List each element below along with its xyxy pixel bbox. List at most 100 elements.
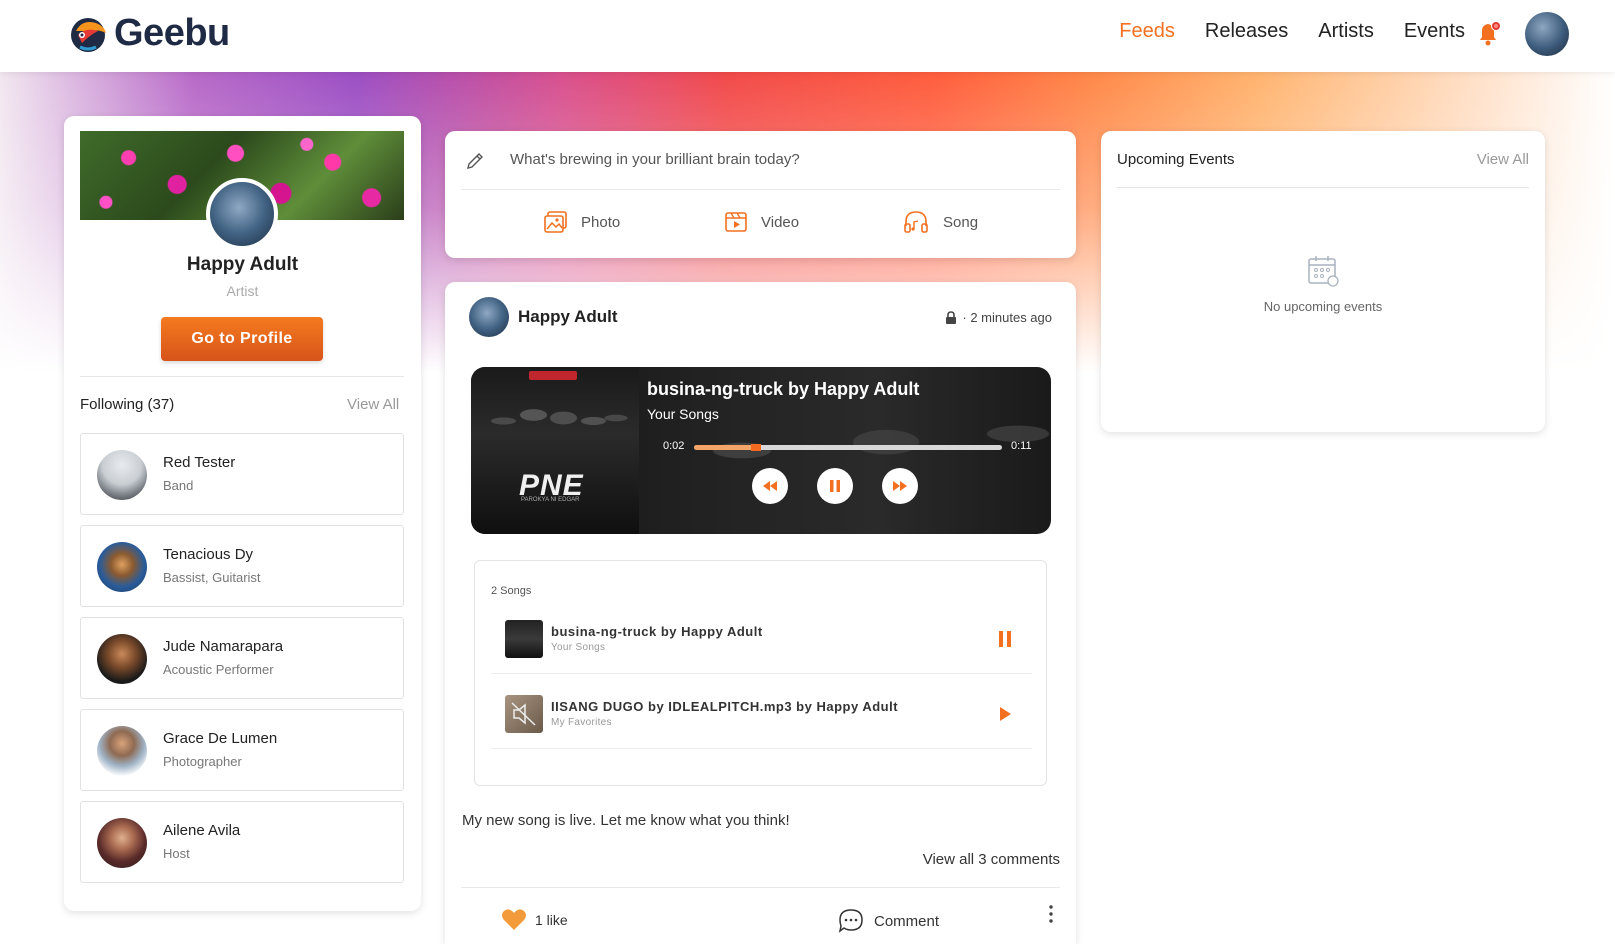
following-role: Host: [163, 846, 190, 861]
playlist-track[interactable]: busina-ng-truck by Happy Adult Your Song…: [491, 606, 1032, 674]
fast-forward-icon: [893, 481, 907, 491]
muted-speaker-icon: [511, 702, 536, 726]
like-button[interactable]: 1 like: [501, 908, 568, 932]
song-label: Song: [943, 213, 979, 231]
main-nav: Feeds Releases Artists Events: [1119, 20, 1465, 43]
track-title: IISANG DUGO by IDLEALPITCH.mp3 by Happy …: [551, 699, 899, 714]
pencil-icon: [467, 153, 483, 169]
avatar: [97, 726, 147, 776]
album-art: PNE PAROKYA NI EDGAR: [471, 367, 639, 534]
composer-input[interactable]: What's brewing in your brilliant brain t…: [510, 151, 800, 168]
events-title: Upcoming Events: [1117, 151, 1235, 168]
profile-role: Artist: [226, 283, 259, 299]
following-view-all-link[interactable]: View All: [347, 396, 399, 413]
view-comments-link[interactable]: View all 3 comments: [923, 851, 1060, 868]
video-icon: [725, 212, 747, 232]
profile-card: Happy Adult Artist Go to Profile Followi…: [64, 116, 421, 911]
progress-handle[interactable]: [750, 444, 761, 451]
album-art-subtitle: PAROKYA NI EDGAR: [521, 497, 580, 503]
post-author-avatar[interactable]: [469, 297, 509, 337]
avatar: [97, 542, 147, 592]
nav-artists[interactable]: Artists: [1318, 20, 1374, 43]
toucan-logo-icon: [71, 17, 106, 52]
nav-feeds[interactable]: Feeds: [1119, 20, 1175, 43]
nav-releases[interactable]: Releases: [1205, 20, 1288, 43]
following-item[interactable]: Red Tester Band: [80, 433, 404, 515]
track-subtitle: My Favorites: [551, 717, 612, 728]
no-events-message: No upcoming events: [1263, 299, 1383, 314]
following-title: Following (37): [80, 396, 175, 413]
comment-button[interactable]: Comment: [838, 908, 939, 934]
track-thumbnail: [505, 620, 543, 658]
track-play-button[interactable]: [994, 703, 1016, 725]
fast-forward-button[interactable]: [882, 468, 918, 504]
add-song-button[interactable]: Song: [903, 209, 978, 235]
following-name: Grace De Lumen: [163, 730, 278, 747]
brand-logo[interactable]: Geebu: [68, 12, 230, 55]
more-options-icon[interactable]: [1048, 904, 1054, 924]
pause-icon: [999, 631, 1011, 647]
playlist-count: 2 Songs: [491, 585, 532, 597]
progress-fill: [694, 445, 756, 450]
like-count: 1 like: [535, 912, 568, 928]
divider: [1117, 187, 1529, 188]
upcoming-events-card: Upcoming Events View All No upcoming eve…: [1101, 131, 1545, 432]
top-navbar: Geebu Feeds Releases Artists Events: [0, 0, 1615, 72]
following-item[interactable]: Jude Namarapara Acoustic Performer: [80, 617, 404, 699]
audio-player: PNE PAROKYA NI EDGAR busina-ng-truck by …: [471, 367, 1051, 534]
add-video-button[interactable]: Video: [723, 209, 799, 235]
divider: [80, 376, 404, 377]
pause-icon: [830, 480, 840, 492]
brand-name: Geebu: [114, 12, 230, 54]
photo-icon: [544, 211, 567, 233]
divider: [461, 189, 1060, 190]
total-time: 0:11: [1011, 440, 1032, 452]
following-name: Jude Namarapara: [163, 638, 284, 655]
nav-events[interactable]: Events: [1404, 20, 1465, 43]
track-title: busina-ng-truck by Happy Adult: [551, 624, 763, 639]
following-role: Bassist, Guitarist: [163, 570, 261, 585]
track-pause-button[interactable]: [994, 628, 1016, 650]
rewind-icon: [763, 481, 777, 491]
pause-button[interactable]: [817, 468, 853, 504]
playlist-track[interactable]: IISANG DUGO by IDLEALPITCH.mp3 by Happy …: [491, 681, 1032, 749]
following-item[interactable]: Tenacious Dy Bassist, Guitarist: [80, 525, 404, 607]
comment-label: Comment: [874, 912, 940, 930]
avatar: [97, 818, 147, 868]
profile-avatar[interactable]: [206, 178, 278, 250]
lock-icon: [946, 310, 957, 324]
post-time-text: · 2 minutes ago: [962, 310, 1052, 325]
rewind-button[interactable]: [752, 468, 788, 504]
following-item[interactable]: Ailene Avila Host: [80, 801, 404, 883]
comment-icon: [838, 909, 863, 933]
post-body-text: My new song is live. Let me know what yo…: [462, 812, 790, 829]
track-subtitle: Your Songs: [551, 642, 606, 653]
go-to-profile-button[interactable]: Go to Profile: [161, 317, 323, 361]
user-avatar[interactable]: [1525, 12, 1569, 56]
following-role: Acoustic Performer: [163, 662, 274, 677]
post-composer: What's brewing in your brilliant brain t…: [445, 131, 1076, 258]
current-time: 0:02: [663, 440, 685, 452]
album-art-badge: [529, 371, 577, 380]
progress-bar[interactable]: [694, 444, 1002, 451]
post-timestamp: · 2 minutes ago: [944, 310, 1052, 325]
headphones-icon: [904, 211, 928, 233]
now-playing-title: busina-ng-truck by Happy Adult: [647, 379, 920, 399]
photo-label: Photo: [581, 213, 621, 231]
following-role: Photographer: [163, 754, 242, 769]
now-playing-subtitle: Your Songs: [647, 406, 719, 422]
following-role: Band: [163, 478, 194, 493]
feed-post: Happy Adult · 2 minutes ago PNE PAROKYA …: [445, 282, 1076, 944]
video-label: Video: [761, 213, 800, 231]
divider: [461, 887, 1060, 888]
album-art-photo: [481, 397, 631, 457]
post-author-name[interactable]: Happy Adult: [518, 307, 617, 327]
events-view-all-link[interactable]: View All: [1477, 151, 1529, 168]
play-icon: [1000, 707, 1011, 721]
track-thumbnail: [505, 695, 543, 733]
following-name: Ailene Avila: [163, 822, 241, 839]
bell-icon[interactable]: [1476, 20, 1502, 48]
following-item[interactable]: Grace De Lumen Photographer: [80, 709, 404, 791]
following-name: Tenacious Dy: [163, 546, 254, 563]
add-photo-button[interactable]: Photo: [543, 209, 620, 235]
